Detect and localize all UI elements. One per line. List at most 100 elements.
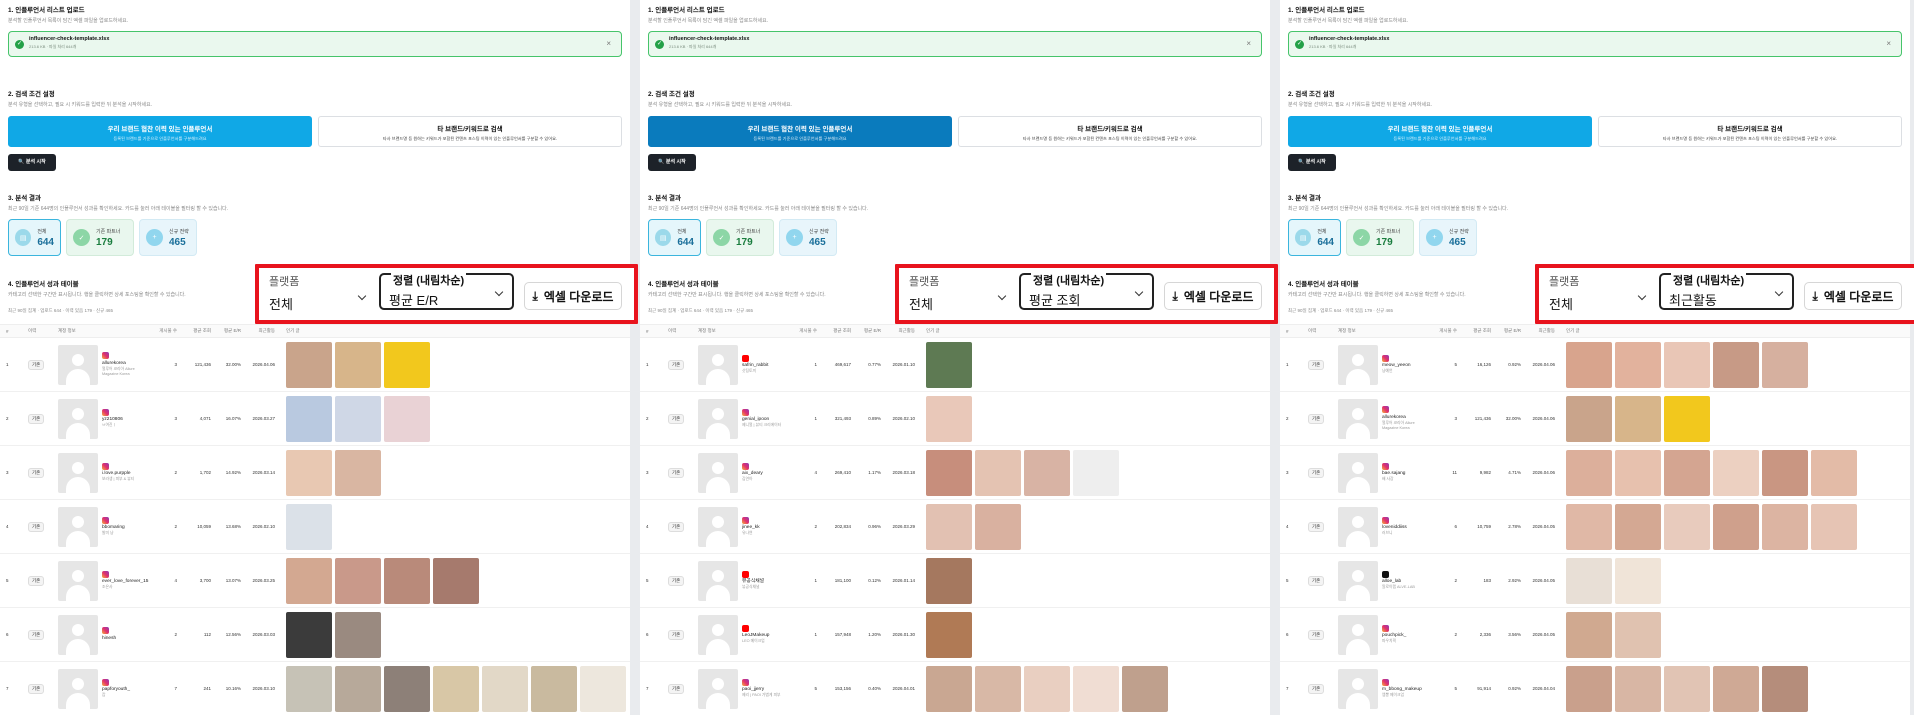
account-info[interactable]: alloe_lab 알로이랩 ALVE-LAB xyxy=(1338,560,1433,601)
column-header[interactable]: 계정 정보 xyxy=(698,328,793,334)
account-info[interactable]: bbomaring 발미 냥 xyxy=(58,506,153,547)
account-info[interactable]: papforyouth_ 캄 xyxy=(58,668,153,709)
start-analysis-button[interactable]: 🔍 분석 시작 xyxy=(1288,154,1336,171)
option-our-brand[interactable]: 우리 브랜드 협찬 이력 있는 인플루언서 등록된 브랜드를 기준으로 인플루언서… xyxy=(8,116,312,147)
column-header[interactable]: 계정 정보 xyxy=(58,328,153,334)
column-header[interactable]: 인기 글 xyxy=(1561,328,1910,334)
post-thumbnail[interactable] xyxy=(1615,611,1661,658)
table-row[interactable]: 6 기존 hinesh 2 112 12.56% 2026.03.03 xyxy=(0,608,630,662)
excel-download-button[interactable]: ⤓ 엑셀 다운로드 xyxy=(1164,282,1262,310)
platform-select[interactable]: 플랫폼 전체 xyxy=(1549,273,1649,312)
post-thumbnail[interactable] xyxy=(926,503,972,550)
account-info[interactable]: paoi_jjerry 제리 | PAOI 가볍게 피부 xyxy=(698,668,793,709)
post-thumbnail[interactable] xyxy=(482,665,528,712)
account-info[interactable]: meow_yeeon 냥예언 xyxy=(1338,344,1433,385)
post-thumbnail[interactable] xyxy=(1024,665,1070,712)
start-analysis-button[interactable]: 🔍 분석 시작 xyxy=(648,154,696,171)
table-row[interactable]: 5 기존 ever_love_forever_15 조은사 4 3,700 13.07% 20… xyxy=(0,554,630,608)
platform-select[interactable]: 플랫폼 전체 xyxy=(909,273,1009,312)
account-info[interactable]: genial_ipoon 제니얼 | 뷰티 크리에이터 xyxy=(698,398,793,439)
table-row[interactable]: 2 기존 genial_ipoon 제니얼 | 뷰티 크리에이터 1 321,493 0.8… xyxy=(640,392,1270,446)
post-thumbnail[interactable] xyxy=(1024,449,1070,496)
post-thumbnail[interactable] xyxy=(384,341,430,388)
option-our-brand[interactable]: 우리 브랜드 협찬 이력 있는 인플루언서 등록된 브랜드를 기준으로 인플루언서… xyxy=(1288,116,1592,147)
post-thumbnail[interactable] xyxy=(286,395,332,442)
column-header[interactable]: 평균 E/R xyxy=(217,328,247,334)
post-thumbnail[interactable] xyxy=(975,503,1021,550)
column-header[interactable]: 평균 E/R xyxy=(857,328,887,334)
account-info[interactable]: yz210806 ㅂ여진ㅣ xyxy=(58,398,153,439)
account-info[interactable]: bae.sajang 배 사장 xyxy=(1338,452,1433,493)
post-thumbnail[interactable] xyxy=(1762,503,1808,550)
excel-download-button[interactable]: ⤓ 엑셀 다운로드 xyxy=(1804,282,1902,310)
post-thumbnail[interactable] xyxy=(531,665,577,712)
post-thumbnail[interactable] xyxy=(1664,449,1710,496)
stat-card-all[interactable]: ▤ 전체 644 xyxy=(648,219,701,256)
post-thumbnail[interactable] xyxy=(335,449,381,496)
account-info[interactable]: pouchpick_ 파우치픽 xyxy=(1338,614,1433,655)
table-row[interactable]: 5 기존 뷰공식채널 뷰공식채널 1 181,100 0.12% 2026.01.14 xyxy=(640,554,1270,608)
column-header[interactable]: 인기 글 xyxy=(921,328,1270,334)
account-info[interactable]: hinesh xyxy=(58,614,153,655)
column-header[interactable]: 평균 조회 xyxy=(183,328,217,334)
table-row[interactable]: 6 기존 pouchpick_ 파우치픽 2 2,336 3.56% 2026.04.05 xyxy=(1280,608,1910,662)
post-thumbnail[interactable] xyxy=(975,665,1021,712)
close-icon[interactable]: × xyxy=(1886,39,1891,48)
post-thumbnail[interactable] xyxy=(384,395,430,442)
table-row[interactable]: 7 기존 paoi_jjerry 제리 | PAOI 가볍게 피부 5 153,156 0.… xyxy=(640,662,1270,715)
column-header[interactable]: 최근활동 xyxy=(1527,328,1561,334)
table-row[interactable]: 4 기존 jinee_kk 유나연 2 202,834 0.96% 2026.03.29 xyxy=(640,500,1270,554)
stat-card-new[interactable]: + 신규 전략 465 xyxy=(1419,219,1477,256)
post-thumbnail[interactable] xyxy=(1664,503,1710,550)
post-thumbnail[interactable] xyxy=(286,449,332,496)
excel-download-button[interactable]: ⤓ 엑셀 다운로드 xyxy=(524,282,622,310)
post-thumbnail[interactable] xyxy=(1762,665,1808,712)
post-thumbnail[interactable] xyxy=(335,557,381,604)
post-thumbnail[interactable] xyxy=(1615,665,1661,712)
post-thumbnail[interactable] xyxy=(1073,449,1119,496)
table-row[interactable]: 4 기존 bbomaring 발미 냥 2 10,059 13.68% 2026.02.10 xyxy=(0,500,630,554)
stat-card-all[interactable]: ▤ 전체 644 xyxy=(8,219,61,256)
table-row[interactable]: 3 기존 bae.sajang 배 사장 11 9,982 4.71% 2026.04.06 xyxy=(1280,446,1910,500)
post-thumbnail[interactable] xyxy=(335,665,381,712)
option-other-brand[interactable]: 타 브랜드/키워드로 검색 타사 브랜드명 등 원하는 키워드가 포함된 컨텐츠 … xyxy=(1598,116,1902,147)
post-thumbnail[interactable] xyxy=(1811,449,1857,496)
column-header[interactable]: 인기 글 xyxy=(281,328,630,334)
sort-select[interactable]: 정렬 (내림차순) 평균 조회 xyxy=(1019,272,1154,310)
column-header[interactable]: 계정 정보 xyxy=(1338,328,1433,334)
post-thumbnail[interactable] xyxy=(926,395,972,442)
post-thumbnail[interactable] xyxy=(1615,557,1661,604)
close-icon[interactable]: × xyxy=(1246,39,1251,48)
account-info[interactable]: allurekorea 얼루어 코리아 Allure Magazine Korea xyxy=(1338,398,1433,439)
post-thumbnail[interactable] xyxy=(1762,341,1808,388)
table-row[interactable]: 3 기존 i.love.purpple 보라생 | 피부 & 뷰티 2 1,702 14.9… xyxy=(0,446,630,500)
account-info[interactable]: LeoJMakeup LEO 메이크업 xyxy=(698,614,793,655)
close-icon[interactable]: × xyxy=(606,39,611,48)
platform-select[interactable]: 플랫폼 전체 xyxy=(269,273,369,312)
post-thumbnail[interactable] xyxy=(1615,395,1661,442)
post-thumbnail[interactable] xyxy=(1615,341,1661,388)
account-info[interactable]: 뷰공식채널 뷰공식채널 xyxy=(698,560,793,601)
column-header[interactable]: 평균 조회 xyxy=(823,328,857,334)
column-header[interactable]: # xyxy=(1286,329,1308,334)
table-row[interactable]: 2 기존 yz210806 ㅂ여진ㅣ 3 4,071 16.07% 2026.03.27 xyxy=(0,392,630,446)
post-thumbnail[interactable] xyxy=(926,341,972,388)
post-thumbnail[interactable] xyxy=(1713,341,1759,388)
start-analysis-button[interactable]: 🔍 분석 시작 xyxy=(8,154,56,171)
post-thumbnail[interactable] xyxy=(286,611,332,658)
post-thumbnail[interactable] xyxy=(433,557,479,604)
post-thumbnail[interactable] xyxy=(286,341,332,388)
column-header[interactable]: # xyxy=(646,329,668,334)
post-thumbnail[interactable] xyxy=(926,611,972,658)
table-row[interactable]: 3 기존 aix_deary 김연아 4 269,410 1.17% 2026.03.18 xyxy=(640,446,1270,500)
column-header[interactable]: # xyxy=(6,329,28,334)
post-thumbnail[interactable] xyxy=(926,449,972,496)
column-header[interactable]: 게시물 수 xyxy=(153,328,183,334)
table-row[interactable]: 7 기존 m_bbong_makeup 엠뽕 메이크업 5 91,914 0.92% 2026… xyxy=(1280,662,1910,715)
column-header[interactable]: 이력 xyxy=(668,328,698,334)
post-thumbnail[interactable] xyxy=(1122,665,1168,712)
column-header[interactable]: 이력 xyxy=(28,328,58,334)
post-thumbnail[interactable] xyxy=(335,395,381,442)
post-thumbnail[interactable] xyxy=(384,557,430,604)
post-thumbnail[interactable] xyxy=(1566,341,1612,388)
